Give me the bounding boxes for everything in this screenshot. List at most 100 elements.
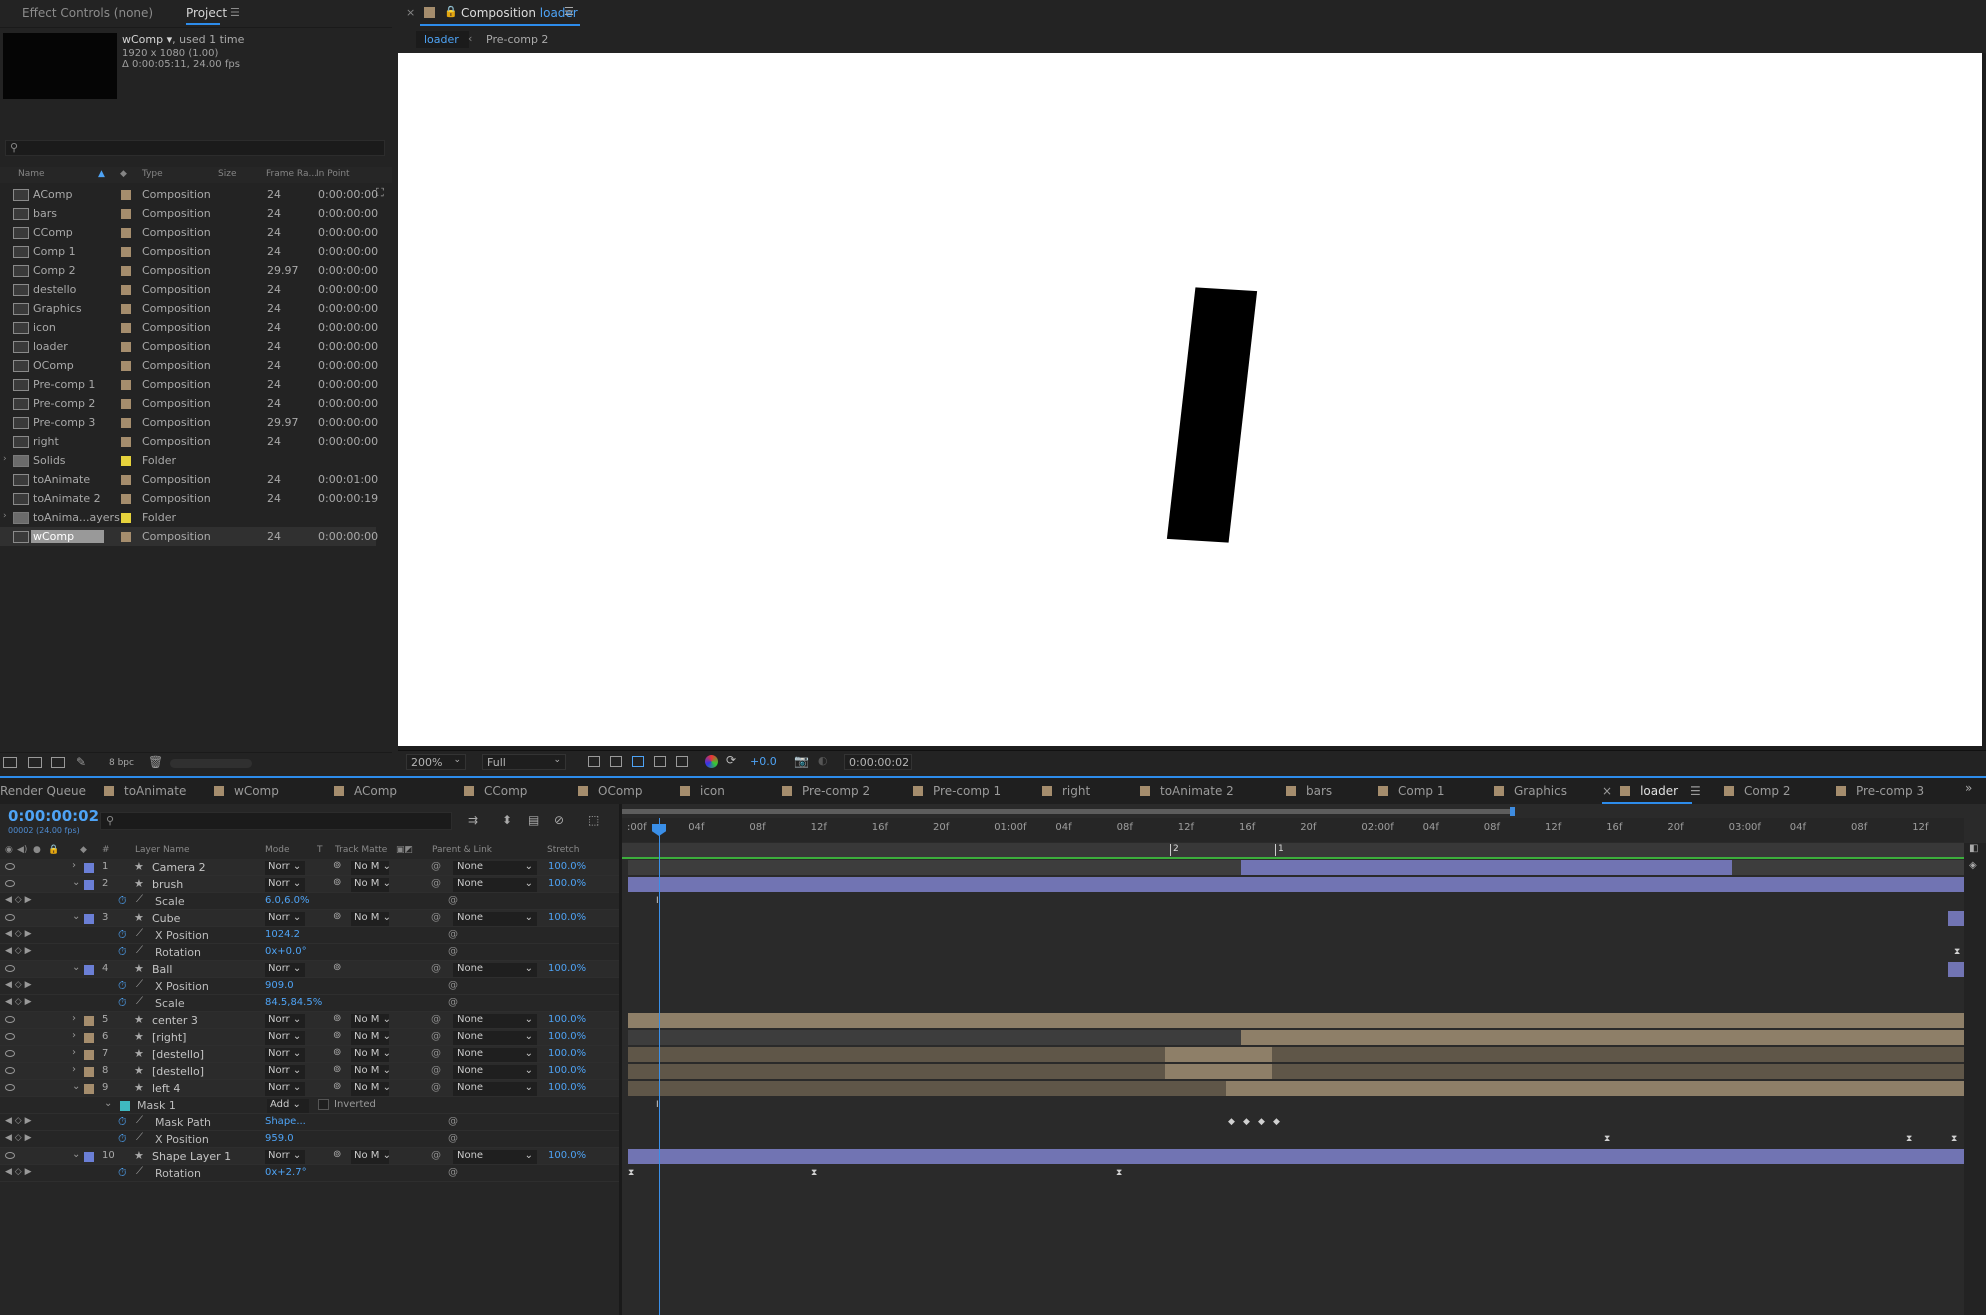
col-size[interactable]: Size bbox=[218, 169, 236, 179]
stopwatch-icon[interactable]: ⏱ bbox=[118, 945, 127, 959]
property-row[interactable]: ◀ ◇ ▶ ⏱ ⟋ Mask Path Shape... @ bbox=[0, 1114, 620, 1131]
chevron-right-icon[interactable]: › bbox=[72, 1047, 76, 1058]
layer-name[interactable]: [destello] bbox=[152, 1048, 204, 1061]
project-item[interactable]: OComp Composition 24 0:00:00:00 bbox=[0, 356, 378, 375]
track-matte-select[interactable]: No M ⌄ bbox=[351, 878, 391, 892]
frame-blending-icon[interactable]: ⊘ bbox=[554, 813, 564, 827]
pickwhip-icon[interactable]: @ bbox=[431, 963, 441, 974]
col-track-matte[interactable]: Track Matte bbox=[335, 845, 387, 855]
property-row[interactable]: ◀ ◇ ▶ ⏱ ⟋ X Position 909.0 @ bbox=[0, 978, 620, 995]
property-value[interactable]: 6.0,6.0% bbox=[265, 895, 310, 906]
project-item[interactable]: CComp Composition 24 0:00:00:00 bbox=[0, 223, 378, 242]
project-item[interactable]: Pre-comp 2 Composition 24 0:00:00:00 bbox=[0, 394, 378, 413]
label-swatch[interactable] bbox=[121, 437, 131, 447]
parent-select[interactable]: None ⌄ bbox=[453, 1031, 537, 1045]
layer-row[interactable]: ⌄ 3 ★ Cube Norr ⌄ ⊚ No M ⌄ @ None ⌄ 100.0% bbox=[0, 910, 620, 927]
pickwhip-icon[interactable]: @ bbox=[431, 878, 441, 889]
preserve-transparency-icon[interactable]: ⊚ bbox=[333, 962, 341, 973]
mode-select[interactable]: Norr ⌄ bbox=[265, 912, 305, 926]
label-swatch[interactable] bbox=[121, 247, 131, 257]
project-bpc[interactable]: 8 bpc bbox=[109, 758, 134, 768]
label-swatch[interactable] bbox=[121, 513, 131, 523]
layer-duration-bar[interactable] bbox=[628, 1064, 1964, 1079]
expression-pickwhip-icon[interactable]: @ bbox=[448, 980, 458, 991]
timeline-tab[interactable]: × loader ☰ bbox=[1602, 784, 1701, 798]
label-swatch[interactable] bbox=[84, 965, 94, 975]
layer-name[interactable]: Ball bbox=[152, 963, 172, 976]
chevron-down-icon[interactable]: ⌄ bbox=[104, 1098, 112, 1109]
pickwhip-icon[interactable]: @ bbox=[431, 1082, 441, 1093]
pickwhip-icon[interactable]: @ bbox=[431, 1048, 441, 1059]
keyframe-marker[interactable]: ◆ bbox=[1273, 1117, 1280, 1127]
parent-select[interactable]: None ⌄ bbox=[453, 1082, 537, 1096]
layer-duration-bar[interactable] bbox=[1948, 962, 1964, 977]
col-mode[interactable]: Mode bbox=[265, 845, 290, 855]
label-swatch[interactable] bbox=[121, 342, 131, 352]
layer-name[interactable]: Camera 2 bbox=[152, 861, 206, 874]
project-item[interactable]: icon Composition 24 0:00:00:00 bbox=[0, 318, 378, 337]
keyframe-navigator-icon[interactable]: ◀ ◇ ▶ bbox=[5, 929, 32, 939]
switches-icon[interactable]: ▣◩ bbox=[396, 845, 413, 855]
timeline-tab[interactable]: Comp 2 bbox=[1724, 784, 1790, 798]
timeline-tab[interactable]: Render Queue bbox=[0, 784, 86, 798]
pickwhip-icon[interactable]: @ bbox=[431, 1014, 441, 1025]
layer-row[interactable]: › 8 ★ [destello] Norr ⌄ ⊚ No M ⌄ @ None ⌄ 100.0% bbox=[0, 1063, 620, 1080]
preserve-transparency-icon[interactable]: ⊚ bbox=[333, 1081, 341, 1092]
layer-row[interactable]: ⌄ 4 ★ Ball Norr ⌄ ⊚ @ None ⌄ 100.0% bbox=[0, 961, 620, 978]
interpret-footage-icon[interactable] bbox=[3, 757, 17, 768]
preserve-transparency-icon[interactable]: ⊚ bbox=[333, 1064, 341, 1075]
keyframe-marker[interactable]: ⧗ bbox=[628, 1168, 634, 1178]
layer-name[interactable]: [destello] bbox=[152, 1065, 204, 1078]
label-swatch[interactable] bbox=[84, 1016, 94, 1026]
col-parent[interactable]: Parent & Link bbox=[432, 845, 492, 855]
stretch-value[interactable]: 100.0% bbox=[548, 861, 586, 872]
timeline-search-input[interactable]: ⚲ bbox=[100, 812, 452, 830]
resolution-select[interactable]: Full ⌄ bbox=[482, 754, 566, 770]
panel-menu-icon[interactable]: ☰ bbox=[230, 6, 240, 19]
chevron-right-icon[interactable]: › bbox=[72, 1030, 76, 1041]
property-value[interactable]: 0x+2.7° bbox=[265, 1167, 307, 1178]
graph-icon[interactable]: ⟋ bbox=[136, 996, 143, 1007]
stretch-value[interactable]: 100.0% bbox=[548, 1048, 586, 1059]
timeline-tab[interactable]: toAnimate bbox=[104, 784, 186, 798]
project-item[interactable]: wComp Composition 24 0:00:00:00 bbox=[0, 527, 378, 546]
label-swatch[interactable] bbox=[121, 532, 131, 542]
stretch-value[interactable]: 100.0% bbox=[548, 1082, 586, 1093]
preserve-transparency-icon[interactable]: ⊚ bbox=[333, 911, 341, 922]
project-item[interactable]: Pre-comp 3 Composition 29.97 0:00:00:00 bbox=[0, 413, 378, 432]
layer-duration-bar[interactable] bbox=[1165, 1064, 1272, 1079]
timeline-tab[interactable]: Pre-comp 3 bbox=[1836, 784, 1924, 798]
chevron-right-icon[interactable]: › bbox=[72, 860, 76, 871]
track-matte-select[interactable]: No M ⌄ bbox=[351, 1082, 391, 1096]
preserve-transparency-icon[interactable]: ⊚ bbox=[333, 860, 341, 871]
project-item[interactable]: right Composition 24 0:00:00:00 bbox=[0, 432, 378, 451]
work-area-bar[interactable] bbox=[622, 809, 1512, 814]
pickwhip-icon[interactable]: @ bbox=[431, 1031, 441, 1042]
property-value[interactable]: 84.5,84.5% bbox=[265, 997, 322, 1008]
keyframe-navigator-icon[interactable]: ◀ ◇ ▶ bbox=[5, 1133, 32, 1143]
transparency-grid-icon[interactable] bbox=[610, 756, 622, 767]
preserve-transparency-icon[interactable]: ⊚ bbox=[333, 1030, 341, 1041]
project-item[interactable]: toAnimate Composition 24 0:00:01:00 bbox=[0, 470, 378, 489]
time-ruler[interactable]: :00f 04f 08f 12f 16f 20f 01:00f 04f 08f 12f 16f 20f… bbox=[622, 818, 1964, 842]
parent-select[interactable]: None ⌄ bbox=[453, 1065, 537, 1079]
eye-icon[interactable] bbox=[5, 863, 15, 870]
trash-icon[interactable]: 🗑 bbox=[148, 755, 163, 769]
snapshot-camera-icon[interactable]: 📷 bbox=[794, 754, 809, 768]
preserve-transparency-icon[interactable]: ⊚ bbox=[333, 1149, 341, 1160]
label-swatch[interactable] bbox=[121, 228, 131, 238]
eye-icon[interactable] bbox=[5, 1050, 15, 1057]
current-time-indicator[interactable] bbox=[659, 818, 660, 1315]
property-value[interactable]: 959.0 bbox=[265, 1133, 294, 1144]
project-item[interactable]: Comp 2 Composition 29.97 0:00:00:00 bbox=[0, 261, 378, 280]
col-in-point[interactable]: In Point bbox=[316, 169, 350, 179]
parent-select[interactable]: None ⌄ bbox=[453, 861, 537, 875]
graph-editor-icon[interactable]: ⬚ bbox=[588, 813, 599, 827]
label-swatch[interactable] bbox=[121, 209, 131, 219]
tabs-overflow-icon[interactable]: » bbox=[1965, 781, 1972, 795]
col-stretch[interactable]: Stretch bbox=[547, 845, 579, 855]
panel-menu-icon[interactable]: ☰ bbox=[1690, 784, 1701, 798]
shy-layers-icon[interactable]: ▤ bbox=[528, 813, 539, 827]
track-matte-select[interactable]: No M ⌄ bbox=[351, 1048, 391, 1062]
keyframe-navigator-icon[interactable]: ◀ ◇ ▶ bbox=[5, 997, 32, 1007]
